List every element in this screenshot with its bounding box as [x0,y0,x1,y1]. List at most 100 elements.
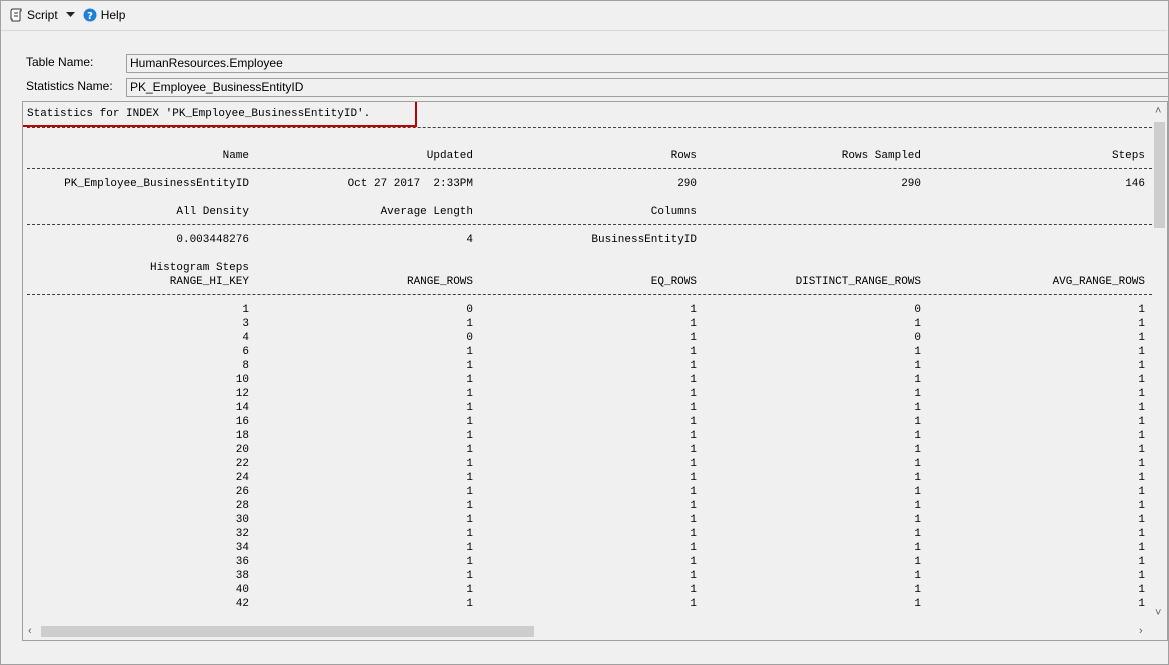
svg-text:?: ? [87,11,93,22]
script-button[interactable]: Script [6,4,61,26]
value-all-density: 0.003448276 [176,234,249,246]
histogram-cell-range-rows: 1 [466,598,473,610]
histogram-cell-range-hi-key: 36 [235,556,249,568]
value-average-length: 4 [466,234,473,246]
histogram-cell-eq-rows: 1 [690,598,697,610]
histogram-cell-range-hi-key: 12 [235,388,249,400]
script-dropdown[interactable] [63,4,78,26]
script-label: Script [27,8,58,22]
histogram-cell-eq-rows: 1 [690,360,697,372]
histogram-cell-avg-range-rows: 1 [1138,472,1145,484]
header-distinct-range-rows: DISTINCT_RANGE_ROWS [795,276,921,288]
histogram-cell-distinct-range-rows: 1 [914,472,921,484]
vertical-scroll-thumb[interactable] [1154,122,1165,228]
histogram-cell-avg-range-rows: 1 [1138,570,1145,582]
histogram-cell-range-hi-key: 30 [235,514,249,526]
table-name-label: Table Name: [26,55,94,69]
histogram-cell-distinct-range-rows: 1 [914,584,921,596]
histogram-cell-eq-rows: 1 [690,430,697,442]
histogram-cell-avg-range-rows: 1 [1138,584,1145,596]
toolbar-divider [1,30,1167,31]
histogram-cell-eq-rows: 1 [690,542,697,554]
histogram-cell-avg-range-rows: 1 [1138,458,1145,470]
header-rows-sampled: Rows Sampled [841,150,921,162]
help-icon: ? [83,8,97,22]
histogram-cell-range-hi-key: 1 [242,304,249,316]
horizontal-scroll-thumb[interactable] [41,626,534,637]
histogram-cell-avg-range-rows: 1 [1138,486,1145,498]
histogram-cell-range-rows: 1 [466,416,473,428]
histogram-cell-avg-range-rows: 1 [1138,430,1145,442]
horizontal-scrollbar[interactable]: ‹ › [23,622,1167,640]
histogram-cell-distinct-range-rows: 1 [914,598,921,610]
vertical-scrollbar[interactable]: ˄ ˅ [1152,102,1167,622]
histogram-cell-range-rows: 1 [466,514,473,526]
histogram-cell-eq-rows: 1 [690,472,697,484]
header-columns: Columns [650,206,697,218]
statistics-heading: Statistics for INDEX 'PK_Employee_Busine… [27,108,371,120]
histogram-cell-avg-range-rows: 1 [1138,528,1145,540]
scroll-down-icon[interactable]: ˅ [1155,607,1161,619]
histogram-cell-range-hi-key: 34 [235,542,249,554]
histogram-cell-range-rows: 1 [466,500,473,512]
script-icon [9,8,23,22]
histogram-cell-distinct-range-rows: 1 [914,486,921,498]
histogram-cell-range-rows: 1 [466,556,473,568]
histogram-cell-range-hi-key: 3 [242,318,249,330]
header-range-rows: RANGE_ROWS [406,276,473,288]
histogram-cell-range-rows: 0 [466,332,473,344]
histogram-cell-distinct-range-rows: 0 [914,304,921,316]
scroll-up-icon[interactable]: ˄ [1155,105,1161,117]
histogram-cell-range-rows: 1 [466,360,473,372]
histogram-cell-range-hi-key: 22 [235,458,249,470]
statistics-name-field[interactable]: PK_Employee_BusinessEntityID [126,78,1168,97]
value-steps: 146 [1125,178,1145,190]
histogram-cell-distinct-range-rows: 1 [914,416,921,428]
histogram-cell-range-hi-key: 28 [235,500,249,512]
scroll-left-icon[interactable]: ‹ [28,625,32,637]
value-updated: Oct 27 2017 2:33PM [347,178,473,190]
histogram-cell-avg-range-rows: 1 [1138,332,1145,344]
histogram-cell-distinct-range-rows: 1 [914,570,921,582]
separator [27,294,1152,295]
histogram-cell-eq-rows: 1 [690,514,697,526]
histogram-cell-distinct-range-rows: 1 [914,444,921,456]
table-name-field[interactable]: HumanResources.Employee [126,54,1168,73]
value-rows-sampled: 290 [901,178,921,190]
histogram-title: Histogram Steps [149,262,249,274]
histogram-cell-eq-rows: 1 [690,346,697,358]
toolbar: Script ? Help [0,0,1167,30]
histogram-cell-range-rows: 1 [466,472,473,484]
histogram-cell-eq-rows: 1 [690,556,697,568]
histogram-cell-distinct-range-rows: 1 [914,430,921,442]
histogram-cell-eq-rows: 1 [690,584,697,596]
histogram-cell-avg-range-rows: 1 [1138,402,1145,414]
histogram-cell-avg-range-rows: 1 [1138,374,1145,386]
separator [27,224,1152,225]
histogram-cell-avg-range-rows: 1 [1138,444,1145,456]
histogram-cell-avg-range-rows: 1 [1138,542,1145,554]
histogram-cell-eq-rows: 1 [690,374,697,386]
histogram-cell-avg-range-rows: 1 [1138,416,1145,428]
scroll-right-icon[interactable]: › [1139,625,1143,637]
histogram-cell-distinct-range-rows: 1 [914,458,921,470]
histogram-cell-range-hi-key: 6 [242,346,249,358]
statistics-name-label: Statistics Name: [26,79,113,93]
histogram-cell-range-rows: 1 [466,402,473,414]
histogram-cell-distinct-range-rows: 1 [914,402,921,414]
histogram-cell-range-rows: 1 [466,318,473,330]
histogram-cell-range-rows: 1 [466,374,473,386]
histogram-cell-eq-rows: 1 [690,402,697,414]
help-label: Help [100,8,126,22]
histogram-cell-eq-rows: 1 [690,416,697,428]
histogram-cell-avg-range-rows: 1 [1138,500,1145,512]
value-columns: BusinessEntityID [591,234,697,246]
header-all-density: All Density [176,206,249,218]
histogram-cell-range-rows: 1 [466,430,473,442]
histogram-cell-distinct-range-rows: 1 [914,388,921,400]
histogram-cell-eq-rows: 1 [690,304,697,316]
histogram-cell-eq-rows: 1 [690,528,697,540]
histogram-cell-eq-rows: 1 [690,458,697,470]
statistics-results-pane[interactable]: Statistics for INDEX 'PK_Employee_Busine… [22,101,1168,641]
help-button[interactable]: ? Help [80,4,129,26]
